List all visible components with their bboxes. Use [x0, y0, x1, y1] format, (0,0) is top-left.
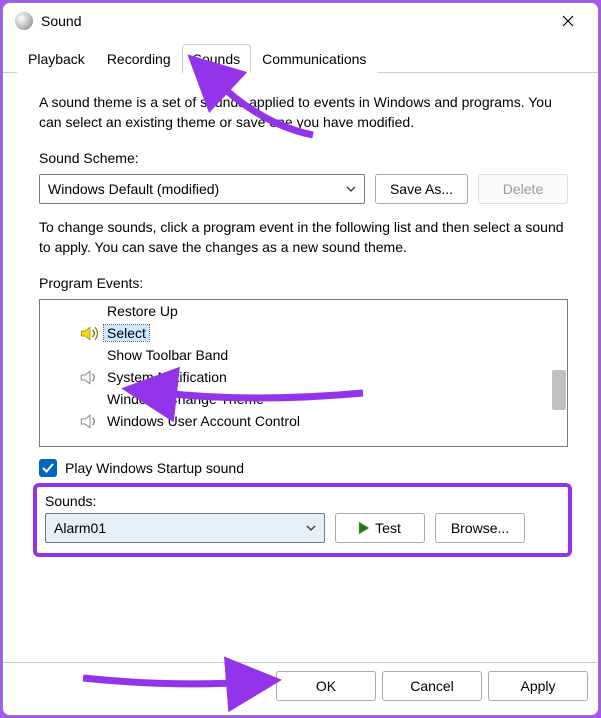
- check-icon: [42, 463, 54, 473]
- blank-icon: [80, 391, 100, 407]
- sound-scheme-value: Windows Default (modified): [48, 181, 219, 197]
- sounds-select[interactable]: Alarm01: [45, 513, 325, 543]
- speaker-gray-icon: [80, 413, 100, 429]
- play-icon: [359, 522, 369, 534]
- sound-scheme-label: Sound Scheme:: [39, 150, 568, 166]
- event-item-selected[interactable]: Select: [50, 322, 567, 344]
- scrollbar-thumb[interactable]: [552, 370, 566, 410]
- cancel-button[interactable]: Cancel: [382, 671, 482, 701]
- event-label: System Notification: [104, 369, 230, 385]
- event-label: Restore Up: [104, 303, 181, 319]
- event-item[interactable]: Show Toolbar Band: [50, 344, 567, 366]
- chevron-down-icon: [306, 523, 316, 533]
- event-item[interactable]: Windows Change Theme: [50, 388, 567, 410]
- startup-sound-checkbox[interactable]: [39, 459, 57, 477]
- tab-recording[interactable]: Recording: [96, 44, 182, 73]
- tab-sounds[interactable]: Sounds: [182, 44, 251, 73]
- close-button[interactable]: [546, 6, 590, 36]
- save-as-button[interactable]: Save As...: [375, 174, 468, 204]
- tab-communications[interactable]: Communications: [251, 44, 377, 73]
- apply-button[interactable]: Apply: [488, 671, 588, 701]
- program-events-list[interactable]: Restore Up Select Show Toolbar Band: [39, 299, 568, 447]
- event-label: Select: [104, 325, 149, 341]
- event-item[interactable]: System Notification: [50, 366, 567, 388]
- theme-description: A sound theme is a set of sounds applied…: [39, 93, 568, 132]
- sound-dialog: Sound Playback Recording Sounds Communic…: [2, 2, 599, 716]
- tab-strip: Playback Recording Sounds Communications: [3, 43, 598, 73]
- ok-button[interactable]: OK: [276, 671, 376, 701]
- event-label: Show Toolbar Band: [104, 347, 231, 363]
- blank-icon: [80, 303, 100, 319]
- test-label: Test: [375, 520, 401, 536]
- browse-button[interactable]: Browse...: [435, 513, 525, 543]
- test-button[interactable]: Test: [335, 513, 425, 543]
- sounds-value: Alarm01: [54, 520, 106, 536]
- dialog-footer: OK Cancel Apply: [3, 662, 598, 715]
- blank-icon: [80, 347, 100, 363]
- sound-icon: [15, 12, 33, 30]
- titlebar: Sound: [3, 3, 598, 39]
- close-icon: [562, 15, 574, 27]
- sounds-highlight-box: Sounds: Alarm01 Test Browse...: [33, 483, 572, 557]
- chevron-down-icon: [346, 184, 356, 194]
- window-title: Sound: [41, 13, 546, 29]
- event-label: Windows Change Theme: [104, 391, 267, 407]
- sound-scheme-select[interactable]: Windows Default (modified): [39, 174, 365, 204]
- tab-content: A sound theme is a set of sounds applied…: [3, 73, 598, 662]
- speaker-yellow-icon: [80, 325, 100, 341]
- event-label: Windows User Account Control: [104, 413, 303, 429]
- event-item[interactable]: Restore Up: [50, 300, 567, 322]
- program-events-label: Program Events:: [39, 275, 568, 291]
- sounds-label: Sounds:: [45, 493, 560, 509]
- startup-sound-label: Play Windows Startup sound: [65, 460, 244, 476]
- event-item[interactable]: Windows User Account Control: [50, 410, 567, 432]
- delete-button: Delete: [478, 174, 568, 204]
- tab-playback[interactable]: Playback: [17, 44, 96, 73]
- change-description: To change sounds, click a program event …: [39, 218, 568, 257]
- speaker-gray-icon: [80, 369, 100, 385]
